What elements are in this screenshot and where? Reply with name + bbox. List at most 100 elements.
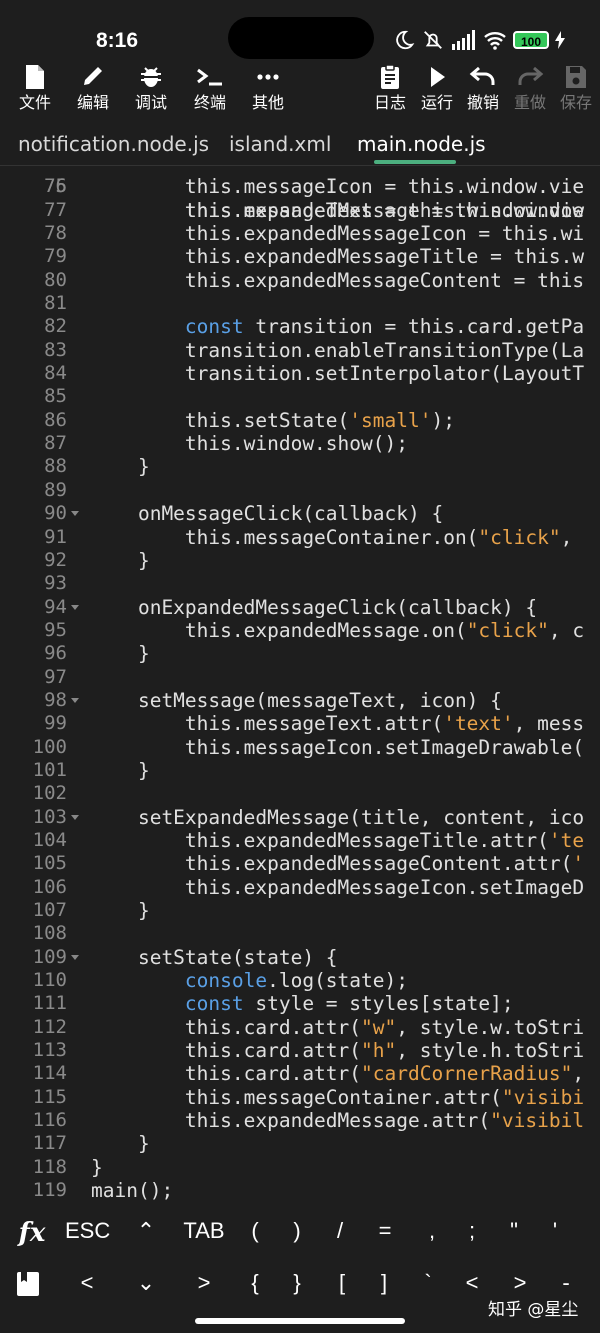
tab-island[interactable]: island.xml <box>229 132 331 156</box>
row2-key-1[interactable]: < <box>65 1270 109 1296</box>
fold-arrow-icon[interactable] <box>71 954 79 960</box>
code-line[interactable]: 89 <box>0 479 600 502</box>
code-line[interactable]: 114 this.card.attr("cardCornerRadius", <box>0 1062 600 1085</box>
row1-key-6[interactable]: / <box>318 1218 362 1244</box>
file-button[interactable]: 文件 <box>9 64 61 112</box>
row1-key-5[interactable]: ) <box>275 1218 319 1244</box>
key-fx[interactable]: fx <box>10 1218 54 1248</box>
row2-key-10[interactable]: > <box>498 1270 542 1296</box>
row1-key-11[interactable]: ' <box>533 1218 577 1244</box>
code-line[interactable]: 118} <box>0 1156 600 1179</box>
terminal-button[interactable]: 终端 <box>184 64 236 112</box>
undo-label: 撤销 <box>466 93 499 112</box>
code-line[interactable]: 80 this.expandedMessageContent = this <box>0 269 600 292</box>
row2-key-8[interactable]: ` <box>406 1270 450 1296</box>
code-line[interactable]: 92 } <box>0 549 600 572</box>
code-text: transition.enableTransitionType(La <box>91 338 585 362</box>
row1-key-4[interactable]: ( <box>233 1218 277 1244</box>
code-line[interactable]: 95 this.expandedMessage.on("click", c <box>0 619 600 642</box>
file-label: 文件 <box>18 93 51 112</box>
row2-key-7[interactable]: ] <box>362 1270 406 1296</box>
book-icon[interactable] <box>6 1270 50 1298</box>
code-line[interactable]: 100 this.messageIcon.setImageDrawable( <box>0 736 600 759</box>
fold-arrow-icon[interactable] <box>71 511 79 517</box>
line-number: 107 <box>32 899 67 921</box>
row1-key-7[interactable]: = <box>363 1218 407 1244</box>
code-line[interactable]: 108 <box>0 922 600 945</box>
line-number: 84 <box>44 362 67 385</box>
code-line[interactable]: 111 const style = styles[state]; <box>0 992 600 1015</box>
tab-notification[interactable]: notification.node.js <box>18 132 209 156</box>
code-text: this.messageIcon = this.window.vie <box>91 175 585 199</box>
row1-key-3[interactable]: TAB <box>182 1218 226 1244</box>
code-line[interactable]: 99 this.messageText.attr('text', mess <box>0 712 600 735</box>
run-button[interactable]: 运行 <box>411 64 463 112</box>
code-line[interactable]: 116 this.expandedMessage.attr("visibil <box>0 1109 600 1132</box>
row1-key-10[interactable]: " <box>492 1218 536 1244</box>
code-line[interactable]: 88 } <box>0 455 600 478</box>
fold-arrow-icon[interactable] <box>71 814 79 820</box>
code-line[interactable]: 91 this.messageContainer.on("click", <box>0 526 600 549</box>
code-line[interactable]: 81 <box>0 292 600 315</box>
line-number: 100 <box>32 735 67 758</box>
row1-key-1[interactable]: ESC <box>65 1218 110 1244</box>
code-line[interactable]: 90 onMessageClick(callback) { <box>0 502 600 525</box>
row2-key-6[interactable]: [ <box>320 1270 364 1296</box>
code-line[interactable]: 93 <box>0 572 600 595</box>
code-line[interactable]: 76 this.messageIcon = this.window.vie <box>0 175 600 198</box>
code-editor[interactable]: 75 this.messageText = this.window.vie 76… <box>0 166 600 1200</box>
code-line[interactable]: 115 this.messageContainer.attr("visibi <box>0 1086 600 1109</box>
code-text: main(); <box>91 1179 174 1200</box>
code-line[interactable]: 110 console.log(state); <box>0 969 600 992</box>
row2-key-5[interactable]: } <box>275 1270 319 1296</box>
row1-key-9[interactable]: ; <box>450 1218 494 1244</box>
code-line[interactable]: 113 this.card.attr("h", style.h.toStri <box>0 1039 600 1062</box>
line-number: 106 <box>32 875 67 898</box>
save-button[interactable]: 保存 <box>550 64 600 112</box>
row1-key-8[interactable]: , <box>410 1218 454 1244</box>
code-line[interactable]: 106 this.expandedMessageIcon.setImageD <box>0 876 600 899</box>
code-line[interactable]: 112 this.card.attr("w", style.w.toStri <box>0 1016 600 1039</box>
code-line[interactable]: 77 this.expandedMessage = this.window <box>0 199 600 222</box>
code-lines: 75 this.messageText = this.window.vie 76… <box>0 166 600 1200</box>
code-line[interactable]: 78 this.expandedMessageIcon = this.wi <box>0 222 600 245</box>
code-line[interactable]: 94 onExpandedMessageClick(callback) { <box>0 596 600 619</box>
code-line[interactable]: 83 transition.enableTransitionType(La <box>0 339 600 362</box>
row2-key-11[interactable]: - <box>544 1270 588 1296</box>
code-line[interactable]: 87 this.window.show(); <box>0 432 600 455</box>
row2-key-9[interactable]: < <box>450 1270 494 1296</box>
code-line[interactable]: 119 main(); <box>0 1179 600 1200</box>
code-line[interactable]: 97 <box>0 666 600 689</box>
log-button[interactable]: 日志 <box>364 64 416 112</box>
row2-key-4[interactable]: { <box>233 1270 277 1296</box>
code-line[interactable]: 105 this.expandedMessageContent.attr(' <box>0 852 600 875</box>
more-button[interactable]: 其他 <box>242 64 294 112</box>
code-line[interactable]: 82 const transition = this.card.getPa <box>0 315 600 338</box>
code-line[interactable]: 79 this.expandedMessageTitle = this.w <box>0 245 600 268</box>
home-indicator[interactable] <box>195 1318 405 1324</box>
code-line[interactable]: 109 setState(state) { <box>0 946 600 969</box>
code-line[interactable]: 101 } <box>0 759 600 782</box>
code-line[interactable]: 117 } <box>0 1132 600 1155</box>
code-line[interactable]: 107 } <box>0 899 600 922</box>
code-line[interactable]: 86 this.setState('small'); <box>0 409 600 432</box>
row2-key-3[interactable]: > <box>182 1270 226 1296</box>
code-line[interactable]: 84 transition.setInterpolator(LayoutT <box>0 362 600 385</box>
edit-button[interactable]: 编辑 <box>67 64 119 112</box>
undo-button[interactable]: 撤销 <box>457 64 509 112</box>
tab-main[interactable]: main.node.js <box>357 132 486 156</box>
code-line[interactable]: 102 <box>0 782 600 805</box>
code-line[interactable]: 96 } <box>0 642 600 665</box>
code-line[interactable]: 98 setMessage(messageText, icon) { <box>0 689 600 712</box>
line-number: 96 <box>44 642 67 665</box>
debug-button[interactable]: 调试 <box>125 64 177 112</box>
code-line[interactable]: 85 <box>0 385 600 408</box>
code-line[interactable]: 104 this.expandedMessageTitle.attr('te <box>0 829 600 852</box>
fold-arrow-icon[interactable] <box>71 697 79 703</box>
redo-button[interactable]: 重做 <box>504 64 556 112</box>
code-line[interactable]: 103 setExpandedMessage(title, content, i… <box>0 806 600 829</box>
row1-key-2[interactable]: ⌃ <box>124 1218 168 1244</box>
line-number: 85 <box>44 385 67 408</box>
fold-arrow-icon[interactable] <box>71 604 79 610</box>
row2-key-2[interactable]: ⌄ <box>124 1270 168 1296</box>
